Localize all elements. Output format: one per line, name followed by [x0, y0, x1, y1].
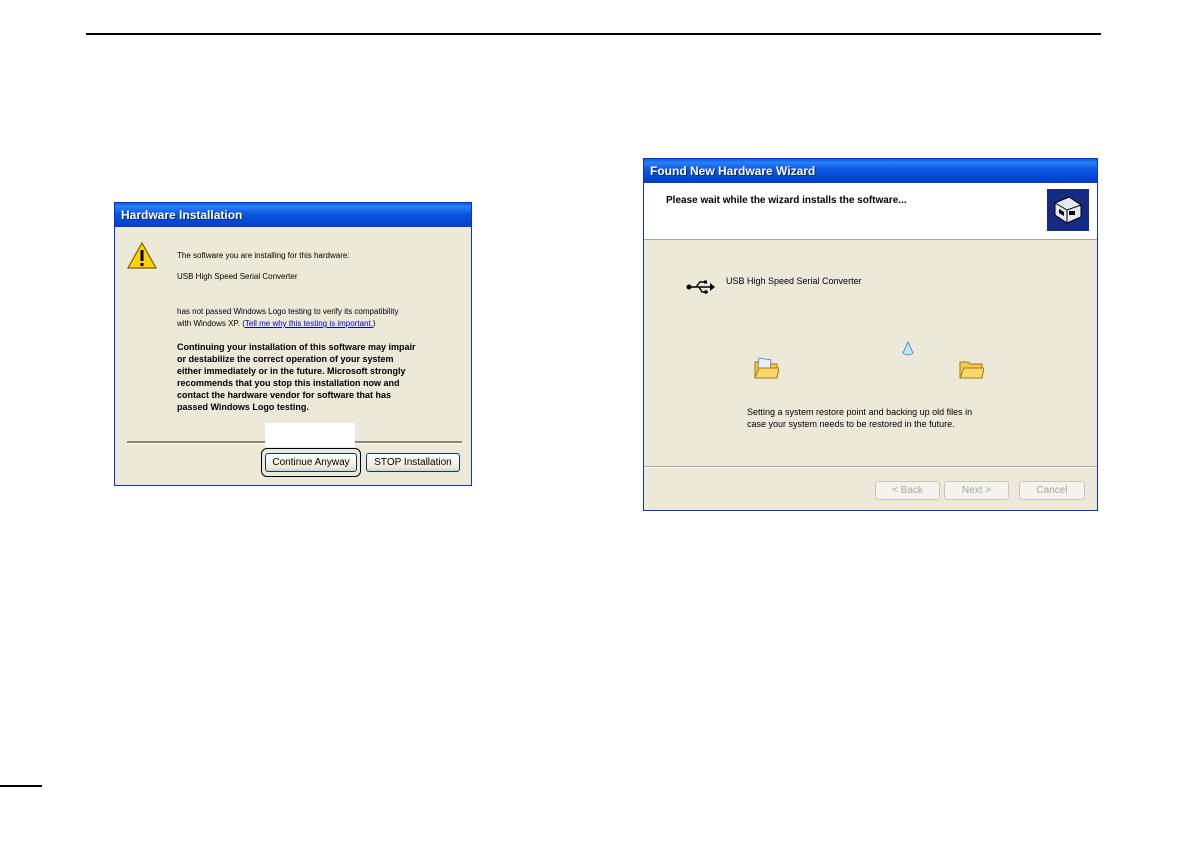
- device-name: USB High Speed Serial Converter: [177, 272, 298, 281]
- dialog-titlebar[interactable]: Hardware Installation: [115, 203, 471, 227]
- logo-testing-link[interactable]: Tell me why this testing is important.: [245, 319, 373, 328]
- next-button[interactable]: Next >: [944, 481, 1009, 500]
- wizard-header-text: Please wait while the wizard installs th…: [666, 195, 907, 206]
- wizard-titlebar[interactable]: Found New Hardware Wizard: [644, 159, 1097, 183]
- intro-text: The software you are installing for this…: [177, 251, 350, 260]
- warning-text: Continuing your installation of this sof…: [177, 341, 462, 413]
- warning-line: Continuing your installation of this sof…: [177, 342, 416, 352]
- continue-anyway-button[interactable]: Continue Anyway: [265, 453, 357, 472]
- logo-test-prefix: with Windows XP. (: [177, 319, 245, 328]
- found-new-hardware-wizard: Found New Hardware Wizard Please wait wh…: [643, 158, 1098, 511]
- cancel-button[interactable]: Cancel: [1019, 481, 1085, 500]
- stop-installation-button[interactable]: STOP Installation: [366, 453, 460, 472]
- wizard-header: Please wait while the wizard installs th…: [644, 183, 1097, 240]
- callout-label-box: [265, 423, 355, 447]
- warning-line: either immediately or in the future. Mic…: [177, 366, 406, 376]
- usb-icon: [686, 280, 715, 294]
- wizard-device-name: USB High Speed Serial Converter: [726, 276, 862, 286]
- hardware-installation-dialog: Hardware Installation The software you a…: [114, 202, 472, 486]
- warning-line: contact the hardware vendor for software…: [177, 390, 392, 400]
- flying-paper-icon: [902, 341, 914, 356]
- logo-test-text: has not passed Windows Logo testing to v…: [177, 307, 399, 316]
- wizard-status-text: Setting a system restore point and backi…: [747, 406, 972, 430]
- warning-icon: [127, 241, 157, 269]
- logo-test-suffix: ): [372, 319, 376, 328]
- hardware-wizard-icon: [1047, 189, 1089, 231]
- status-line: case your system needs to be restored in…: [747, 419, 955, 429]
- warning-line: passed Windows Logo testing.: [177, 402, 309, 412]
- wizard-separator: [644, 466, 1097, 468]
- warning-line: recommends that you stop this installati…: [177, 378, 400, 388]
- status-line: Setting a system restore point and backi…: [747, 407, 973, 417]
- page-corner-rule: [0, 785, 42, 787]
- warning-line: or destabilize the correct operation of …: [177, 354, 394, 364]
- page-top-rule: [86, 33, 1101, 35]
- logo-test-text-2: with Windows XP. (Tell me why this testi…: [177, 319, 376, 328]
- folder-icon: [754, 357, 779, 379]
- folder-icon: [959, 361, 984, 379]
- back-button[interactable]: < Back: [875, 481, 940, 500]
